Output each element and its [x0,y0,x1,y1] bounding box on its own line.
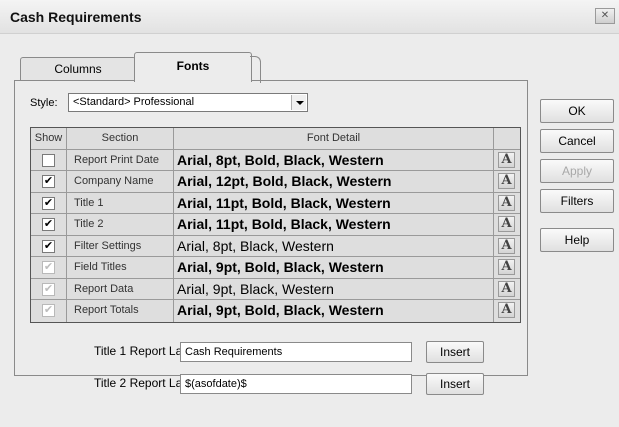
show-checkbox[interactable]: ✔ [42,218,55,231]
title-bar: Cash Requirements ✕ [0,0,619,34]
font-picker-button[interactable]: A [498,280,515,297]
show-cell: ✔ [31,171,67,192]
title2-field[interactable]: $(asofdate)$ [180,374,412,394]
title1-insert-button[interactable]: Insert [426,341,484,363]
table-row: Report Print Date Arial, 8pt, Bold, Black… [31,149,520,171]
tab-fonts[interactable]: Fonts [134,52,261,83]
title2-insert-label: Insert [439,377,470,391]
show-cell: ✔ [31,192,67,213]
table-row: ✔ Company Name Arial, 12pt, Bold, Black, W… [31,171,520,193]
header-show: Show [31,128,67,149]
filters-label: Filters [560,194,594,208]
show-checkbox: ✔ [42,282,55,296]
section-cell: Report Print Date [67,149,174,170]
show-cell: ✔ [31,214,67,235]
font-button-cell: A [494,257,520,278]
show-cell: ✔ [31,300,67,322]
font-button-cell: A [494,214,520,235]
tab-columns-label: Columns [54,62,102,76]
tab-fonts-label: Fonts [176,59,210,73]
close-icon: ✕ [600,10,610,21]
table-row: ✔ Field Titles Arial, 9pt, Bold, Black, We… [31,257,520,279]
font-button-cell: A [494,171,520,192]
show-checkbox: ✔ [42,304,55,317]
font-detail-cell: Arial, 8pt, Black, Western [174,235,494,256]
filters-button[interactable]: Filters [540,189,614,213]
section-cell: Report Data [67,278,174,299]
font-button-cell: A [494,150,520,171]
font-button-cell: A [494,236,520,257]
font-picker-button[interactable]: A [498,216,515,232]
section-cell: Filter Settings [67,235,174,256]
title1-field-value: Cash Requirements [185,346,283,358]
show-checkbox[interactable]: ✔ [42,196,55,210]
font-picker-button[interactable]: A [498,237,515,254]
show-cell: ✔ [31,278,67,299]
section-cell: Title 1 [67,192,174,213]
section-cell: Title 2 [67,214,174,235]
cancel-button[interactable]: Cancel [540,129,614,153]
style-label: Style: [30,97,58,109]
style-dropdown-value: <Standard> Professional [73,96,195,108]
font-picker-button[interactable]: A [498,302,515,318]
section-cell: Company Name [67,171,174,192]
show-checkbox[interactable]: ✔ [42,175,55,188]
show-cell: ✔ [31,257,67,278]
show-checkbox: ✔ [42,261,55,274]
apply-button[interactable]: Apply [540,159,614,183]
font-button-cell: A [494,279,520,300]
title2-field-value: $(asofdate)$ [185,378,247,390]
header-section: Section [67,128,174,149]
table-row: ✔ Title 2 Arial, 11pt, Bold, Black, Wester… [31,214,520,236]
font-detail-cell: Arial, 8pt, Bold, Black, Western [174,149,494,170]
font-detail-cell: Arial, 11pt, Bold, Black, Western [174,192,494,213]
title2-insert-button[interactable]: Insert [426,373,484,395]
font-button-cell: A [494,193,520,214]
section-cell: Report Totals [67,300,174,322]
font-detail-cell: Arial, 9pt, Bold, Black, Western [174,300,494,322]
help-label: Help [564,233,590,247]
show-checkbox[interactable]: ✔ [42,239,55,253]
table-row: ✔ Report Data Arial, 9pt, Black, Western A [31,278,520,300]
table-row: ✔ Filter Settings Arial, 8pt, Black, Weste… [31,235,520,257]
help-button[interactable]: Help [540,228,614,252]
style-dropdown[interactable]: <Standard> Professional [68,93,308,112]
title1-field[interactable]: Cash Requirements [180,342,412,362]
font-picker-button[interactable]: A [498,151,515,168]
show-cell [31,149,67,170]
grid-header-row: Show Section Font Detail [31,128,520,150]
tab-columns[interactable]: Columns [20,57,136,81]
dialog-title: Cash Requirements [10,9,142,25]
apply-label: Apply [561,164,593,178]
show-checkbox[interactable] [42,153,55,167]
table-row: ✔ Title 1 Arial, 11pt, Bold, Black, Wester… [31,192,520,214]
font-picker-button[interactable]: A [498,194,515,211]
font-detail-cell: Arial, 9pt, Bold, Black, Western [174,257,494,278]
close-button[interactable]: ✕ [595,8,615,24]
dialog-window: Cash Requirements ✕ Columns Fonts Style:… [0,0,619,427]
header-blank [494,128,520,149]
title1-insert-label: Insert [439,345,470,359]
font-picker-button[interactable]: A [498,173,515,189]
chevron-down-icon[interactable] [291,95,306,110]
table-row: ✔ Report Totals Arial, 9pt, Bold, Black, W… [31,300,520,322]
ok-button[interactable]: OK [540,99,614,123]
font-picker-button[interactable]: A [498,259,515,275]
header-font-detail: Font Detail [174,128,494,149]
section-cell: Field Titles [67,257,174,278]
font-detail-cell: Arial, 11pt, Bold, Black, Western [174,214,494,235]
font-detail-cell: Arial, 9pt, Black, Western [174,278,494,299]
ok-label: OK [568,104,586,118]
font-button-cell: A [494,300,520,322]
fonts-grid: Show Section Font Detail Report Print Da… [30,127,521,323]
show-cell: ✔ [31,235,67,256]
cancel-label: Cancel [558,134,596,148]
font-detail-cell: Arial, 12pt, Bold, Black, Western [174,171,494,192]
